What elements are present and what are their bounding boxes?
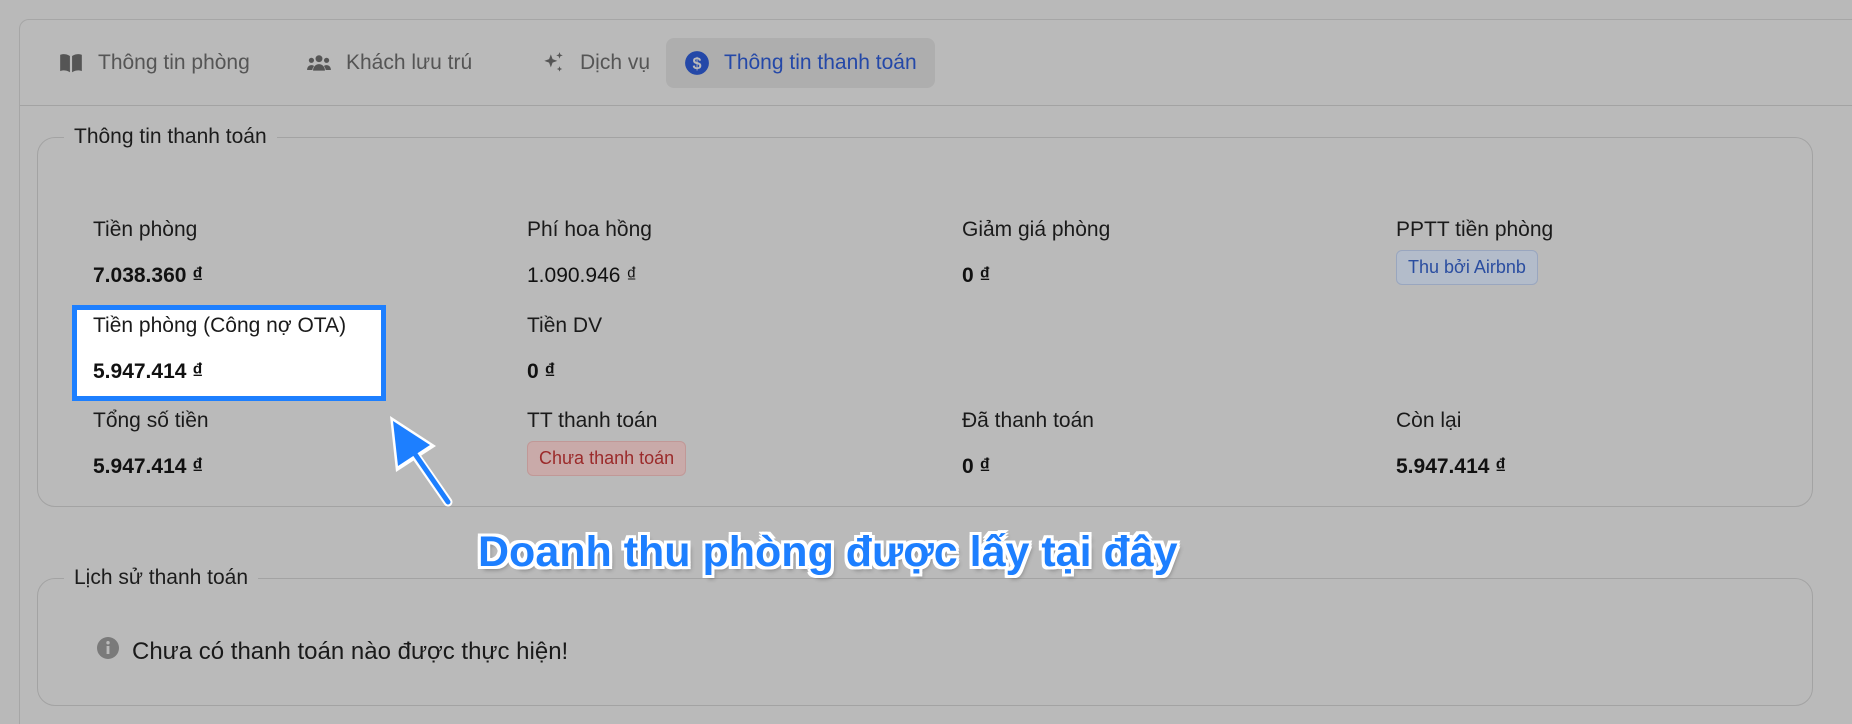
field-value: 7.038.360 ₫	[93, 264, 204, 287]
field-ota-debt: Tiền phòng (Công nợ OTA) 5.947.414 ₫	[93, 314, 347, 383]
field-label: Tiền phòng (Công nợ OTA)	[93, 314, 347, 337]
field-service-fee: Tiền DV 0 ₫	[527, 314, 603, 383]
tab-guests[interactable]: Khách lưu trú	[288, 38, 490, 88]
field-value: 1.090.946 ₫	[527, 264, 638, 287]
field-label: Giảm giá phòng	[962, 218, 1111, 241]
field-label: Còn lại	[1396, 409, 1462, 432]
users-icon	[306, 50, 332, 76]
tab-label: Khách lưu trú	[346, 51, 473, 74]
field-label: TT thanh toán	[527, 409, 658, 432]
annotation-callout: Doanh thu phòng được lấy tại đây	[478, 528, 1178, 576]
field-label: PPTT tiền phòng	[1396, 218, 1554, 241]
field-value: 5.947.414 ₫	[1396, 455, 1507, 478]
section-title: Thông tin thanh toán	[74, 125, 267, 148]
dollar-circle-icon: $	[684, 50, 710, 76]
field-room-payment-method: PPTT tiền phòng Thu bởi Airbnb	[1396, 218, 1554, 285]
field-label: Tiền DV	[527, 314, 603, 337]
field-label: Đã thanh toán	[962, 409, 1094, 432]
field-value: 5.947.414 ₫	[93, 455, 204, 478]
tab-bar: Thông tin phòng Khách lưu trú Dịch vụ $ …	[20, 20, 1852, 106]
field-value: 5.947.414 ₫	[93, 360, 204, 383]
tab-label: Thông tin phòng	[98, 51, 250, 74]
svg-text:$: $	[692, 55, 701, 73]
field-commission: Phí hoa hồng 1.090.946 ₫	[527, 218, 652, 287]
field-label: Tiền phòng	[93, 218, 198, 241]
field-payment-status: TT thanh toán Chưa thanh toán	[527, 409, 687, 476]
status-badge: Chưa thanh toán	[527, 441, 687, 476]
field-value: 0 ₫	[527, 360, 556, 383]
field-value: 0 ₫	[962, 264, 991, 287]
sparkles-icon	[540, 50, 566, 76]
field-value: 0 ₫	[962, 455, 991, 478]
field-label: Tổng số tiền	[93, 409, 209, 432]
section-title: Lịch sử thanh toán	[74, 566, 249, 589]
field-total: Tổng số tiền 5.947.414 ₫	[93, 409, 209, 478]
book-icon	[58, 50, 84, 76]
info-icon	[96, 636, 120, 667]
empty-message: Chưa có thanh toán nào được thực hiện!	[132, 637, 569, 665]
empty-history-notice: Chưa có thanh toán nào được thực hiện!	[96, 636, 568, 667]
tab-services[interactable]: Dịch vụ	[522, 38, 668, 88]
field-label: Phí hoa hồng	[527, 218, 652, 241]
tab-label: Thông tin thanh toán	[724, 51, 917, 74]
field-room-fee: Tiền phòng 7.038.360 ₫	[93, 218, 203, 287]
tab-label: Dịch vụ	[580, 51, 651, 74]
annotation-arrow	[390, 416, 453, 507]
field-room-discount: Giảm giá phòng 0 ₫	[962, 218, 1111, 287]
tab-room-info[interactable]: Thông tin phòng	[40, 38, 268, 88]
payment-method-badge: Thu bởi Airbnb	[1396, 250, 1538, 285]
tab-payment-info[interactable]: $ Thông tin thanh toán	[666, 38, 935, 88]
field-paid: Đã thanh toán 0 ₫	[962, 409, 1094, 478]
field-remaining: Còn lại 5.947.414 ₫	[1396, 409, 1506, 478]
